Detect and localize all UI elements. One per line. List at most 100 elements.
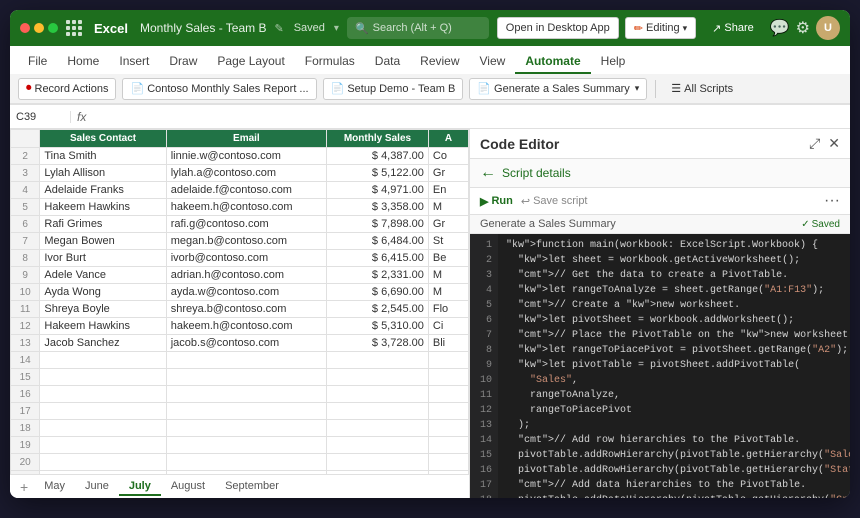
cell-b[interactable]: lylah.a@contoso.com — [166, 165, 326, 182]
cell-d[interactable] — [428, 420, 468, 437]
cell-a[interactable]: Tina Smith — [40, 148, 166, 165]
cell-c[interactable] — [327, 352, 429, 369]
cell-a[interactable]: Adele Vance — [40, 267, 166, 284]
record-actions-button[interactable]: ⏺ Record Actions — [18, 78, 116, 100]
tab-file[interactable]: File — [18, 50, 57, 74]
cell-a[interactable]: Hakeem Hawkins — [40, 318, 166, 335]
col-header-a[interactable]: Sales Contact — [40, 130, 166, 148]
avatar[interactable]: U — [816, 16, 840, 40]
contoso-report-button[interactable]: 📄 Contoso Monthly Sales Report ... — [122, 78, 316, 100]
cell-b[interactable]: rafi.g@contoso.com — [166, 216, 326, 233]
sheet-tab-june[interactable]: June — [75, 478, 119, 496]
cell-a[interactable] — [40, 454, 166, 471]
cell-d[interactable]: M — [428, 267, 468, 284]
table-row[interactable]: 19 — [11, 437, 469, 454]
search-bar[interactable]: 🔍 Search (Alt + Q) — [347, 17, 489, 39]
cell-b[interactable]: ayda.w@contoso.com — [166, 284, 326, 301]
cell-d[interactable]: M — [428, 199, 468, 216]
cell-c[interactable]: $ 3,728.00 — [327, 335, 429, 352]
share-button[interactable]: ↗ Share — [702, 17, 764, 39]
cell-b[interactable]: hakeem.h@contoso.com — [166, 199, 326, 216]
cell-a[interactable]: Lylah Allison — [40, 165, 166, 182]
cell-b[interactable] — [166, 369, 326, 386]
cell-c[interactable]: $ 5,310.00 — [327, 318, 429, 335]
cell-c[interactable] — [327, 403, 429, 420]
cell-c[interactable] — [327, 420, 429, 437]
cell-d[interactable]: Bli — [428, 335, 468, 352]
cell-b[interactable] — [166, 420, 326, 437]
cell-b[interactable]: ivorb@contoso.com — [166, 250, 326, 267]
table-row[interactable]: 6 Rafi Grimes rafi.g@contoso.com $ 7,898… — [11, 216, 469, 233]
table-row[interactable]: 13 Jacob Sanchez jacob.s@contoso.com $ 3… — [11, 335, 469, 352]
table-row[interactable]: 5 Hakeem Hawkins hakeem.h@contoso.com $ … — [11, 199, 469, 216]
tab-data[interactable]: Data — [365, 50, 410, 74]
minimize-dot[interactable] — [34, 23, 44, 33]
cell-c[interactable] — [327, 437, 429, 454]
cell-c[interactable]: $ 6,484.00 — [327, 233, 429, 250]
sheet-tab-may[interactable]: May — [34, 478, 75, 496]
tab-insert[interactable]: Insert — [109, 50, 159, 74]
sheet-table-wrapper[interactable]: Sales Contact Email Monthly Sales A 2 Ti… — [10, 129, 469, 474]
table-row[interactable]: 12 Hakeem Hawkins hakeem.h@contoso.com $… — [11, 318, 469, 335]
cell-b[interactable]: adrian.h@contoso.com — [166, 267, 326, 284]
cell-b[interactable] — [166, 386, 326, 403]
open-desktop-button[interactable]: Open in Desktop App — [497, 17, 619, 39]
cell-d[interactable]: En — [428, 182, 468, 199]
table-row[interactable]: 11 Shreya Boyle shreya.b@contoso.com $ 2… — [11, 301, 469, 318]
cell-b[interactable]: linnie.w@contoso.com — [166, 148, 326, 165]
chat-icon[interactable]: 💬 — [770, 18, 790, 38]
cell-a[interactable] — [40, 403, 166, 420]
table-row[interactable]: 8 Ivor Burt ivorb@contoso.com $ 6,415.00… — [11, 250, 469, 267]
maximize-dot[interactable] — [48, 23, 58, 33]
cell-b[interactable]: shreya.b@contoso.com — [166, 301, 326, 318]
add-sheet-button[interactable]: + — [14, 477, 34, 497]
cell-a[interactable]: Megan Bowen — [40, 233, 166, 250]
cell-a[interactable] — [40, 437, 166, 454]
code-content[interactable]: "kw">function main(workbook: ExcelScript… — [498, 234, 850, 498]
sheet-tab-september[interactable]: September — [215, 478, 289, 496]
setup-demo-button[interactable]: 📄 Setup Demo - Team B — [323, 78, 464, 100]
table-row[interactable]: 4 Adelaide Franks adelaide.f@contoso.com… — [11, 182, 469, 199]
cell-c[interactable]: $ 5,122.00 — [327, 165, 429, 182]
cell-a[interactable] — [40, 369, 166, 386]
code-area[interactable]: 1234567891011121314151617181920212223242… — [470, 234, 850, 498]
tab-home[interactable]: Home — [57, 50, 109, 74]
cell-c[interactable]: $ 3,358.00 — [327, 199, 429, 216]
cell-b[interactable]: hakeem.h@contoso.com — [166, 318, 326, 335]
cell-b[interactable] — [166, 454, 326, 471]
script-details-label[interactable]: Script details — [502, 166, 571, 180]
run-button[interactable]: ▶ Run — [480, 195, 513, 208]
cell-d[interactable] — [428, 403, 468, 420]
cell-a[interactable]: Rafi Grimes — [40, 216, 166, 233]
cell-d[interactable]: Gr — [428, 216, 468, 233]
more-options-button[interactable]: ··· — [824, 192, 840, 210]
expand-icon[interactable]: ⤢ — [809, 135, 820, 152]
table-row[interactable]: 18 — [11, 420, 469, 437]
cell-d[interactable] — [428, 454, 468, 471]
cell-d[interactable] — [428, 437, 468, 454]
window-controls[interactable] — [20, 23, 58, 33]
cell-a[interactable]: Jacob Sanchez — [40, 335, 166, 352]
waffle-icon[interactable] — [66, 20, 82, 36]
cell-d[interactable]: Co — [428, 148, 468, 165]
cell-d[interactable]: Be — [428, 250, 468, 267]
cell-a[interactable] — [40, 386, 166, 403]
table-row[interactable]: 3 Lylah Allison lylah.a@contoso.com $ 5,… — [11, 165, 469, 182]
tab-formulas[interactable]: Formulas — [295, 50, 365, 74]
cell-b[interactable]: jacob.s@contoso.com — [166, 335, 326, 352]
table-row[interactable]: 17 — [11, 403, 469, 420]
save-script-button[interactable]: ↩ Save script — [521, 195, 588, 208]
tab-draw[interactable]: Draw — [159, 50, 207, 74]
cell-c[interactable]: $ 6,690.00 — [327, 284, 429, 301]
cell-d[interactable]: Ci — [428, 318, 468, 335]
settings-icon[interactable]: ⚙ — [796, 18, 810, 38]
cell-a[interactable]: Adelaide Franks — [40, 182, 166, 199]
close-dot[interactable] — [20, 23, 30, 33]
cell-d[interactable] — [428, 352, 468, 369]
cell-b[interactable] — [166, 352, 326, 369]
col-header-d[interactable]: A — [428, 130, 468, 148]
cell-c[interactable]: $ 4,971.00 — [327, 182, 429, 199]
cell-b[interactable] — [166, 403, 326, 420]
editing-button[interactable]: ✏ Editing ▾ — [625, 17, 696, 39]
cell-c[interactable]: $ 2,331.00 — [327, 267, 429, 284]
